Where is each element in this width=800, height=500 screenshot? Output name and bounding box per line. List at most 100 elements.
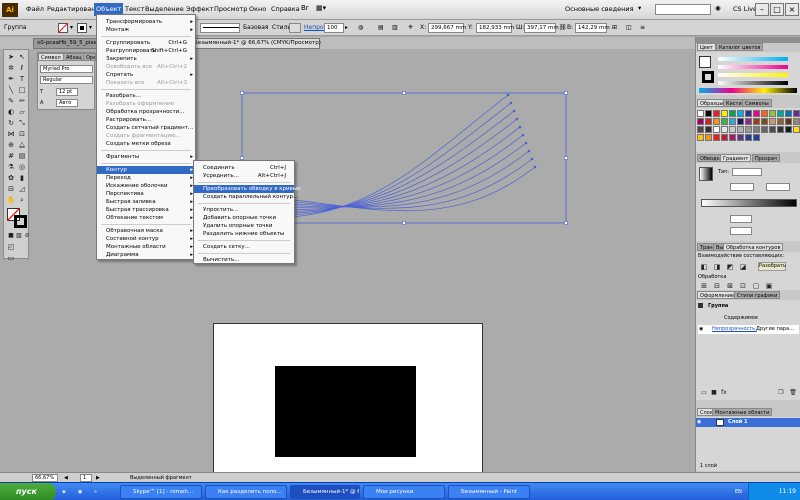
swatch[interactable] [713,126,720,133]
quick-launch-icon[interactable]: » [94,488,97,496]
next-artboard-icon[interactable]: ▶ [96,474,100,482]
w-field[interactable]: 397,17 mm [524,23,559,33]
font-size-field[interactable]: 12 pt [56,88,78,96]
swatch[interactable] [753,110,760,117]
object-menu-item[interactable]: Диаграмма ▸ [97,251,195,259]
swatch[interactable] [793,118,800,125]
chevron-down-icon[interactable]: ▾ [89,24,92,31]
reference-point-icon[interactable]: ⁜ [408,24,413,31]
opacity-field[interactable]: 100 [324,23,344,33]
align-icon[interactable]: ▤ [378,24,384,31]
tab-gradient[interactable]: Градиент [720,154,752,162]
swatch[interactable] [769,110,776,117]
rectangle-tool-icon[interactable]: □ [17,85,27,95]
isolate-icon[interactable]: ◫ [626,24,632,31]
appearance-opacity-label[interactable]: Непрозрачность: [712,325,757,333]
yellow-slider[interactable] [718,73,788,77]
swatch[interactable] [737,126,744,133]
workspace-switcher[interactable]: Основные сведения [565,5,633,13]
tab-character[interactable]: Символ [38,53,64,61]
tab-artboards[interactable]: Монтажные области [712,408,773,416]
zoom-field[interactable]: 66,67% [32,474,58,482]
swatch[interactable] [705,110,712,117]
object-menu-item[interactable]: Быстрая заливка ▸ [97,198,195,206]
layer-name[interactable]: Слой 1 [728,418,748,426]
crop-icon[interactable]: ⊡ [738,281,748,291]
swatch[interactable] [729,110,736,117]
recolor-icon[interactable]: ◍ [358,24,363,31]
swatch[interactable] [721,126,728,133]
eraser-tool-icon[interactable]: ▱ [17,107,27,117]
swatch[interactable] [745,126,752,133]
swatch[interactable] [729,134,736,141]
swatch[interactable] [761,118,768,125]
hand-tool-icon[interactable]: ✋ [6,195,16,205]
path-submenu-item[interactable]: Разделить нижние объекты [194,230,294,238]
paintbrush-tool-icon[interactable]: ✎ [6,96,16,106]
font-style-field[interactable]: Regular [40,76,93,84]
path-submenu-item[interactable]: Создать сетку... [194,243,294,251]
path-submenu-item[interactable]: Преобразовать обводку в кривые [194,185,301,193]
tab-paragraph[interactable]: Абзац [63,53,85,61]
gradient-angle-field[interactable] [730,183,754,191]
zoom-tool-icon[interactable]: ⌕ [17,195,27,205]
taskbar-item-illustrator[interactable]: Безымянный-1* @ 6... [290,485,360,499]
eyedropper-tool-icon[interactable]: ⚗ [6,162,16,172]
swatch[interactable] [705,134,712,141]
swatch[interactable] [753,134,760,141]
gradient-location-field[interactable] [730,227,752,235]
add-effect-icon[interactable]: fx [719,388,729,398]
column-graph-icon[interactable]: ▮ [17,173,27,183]
quick-launch-icon[interactable]: ◈ [62,488,66,496]
tab-pathfinder[interactable]: Обработка контуров [723,243,784,251]
chevron-right-icon[interactable]: ▸ [345,24,348,31]
swatch[interactable] [721,110,728,117]
aspect-ratio-field[interactable] [766,183,790,191]
swatch[interactable] [753,118,760,125]
tab-document-2[interactable]: Безымянный-1* @ 66,67% (CMYK/Просмотр) [190,38,321,49]
taskbar-item-browser[interactable]: Как разделить поло... [205,485,287,499]
trim-icon[interactable]: ⊟ [712,281,722,291]
transform-icon[interactable]: ⊞ [612,24,617,31]
divide-icon[interactable]: ⊞ [699,281,709,291]
swatch[interactable] [697,110,704,117]
swatch[interactable] [737,118,744,125]
gradient-type-select[interactable] [732,168,762,176]
magic-wand-icon[interactable]: ✲ [6,63,16,73]
path-submenu-item[interactable]: Соединить Ctrl+J [194,164,294,172]
gradient-tool-icon[interactable]: ▤ [17,151,27,161]
swatch[interactable] [713,118,720,125]
swatch[interactable] [785,110,792,117]
lasso-tool-icon[interactable]: ℓ [17,63,27,73]
draw-mode-icon[interactable]: ◰ [6,242,16,252]
cyan-slider[interactable] [718,57,788,61]
swatch[interactable] [777,126,784,133]
layer-row[interactable]: ◉ Слой 1 [696,418,800,427]
taskbar-item-my-pictures[interactable]: Мои рисунки [363,485,445,499]
appearance-contents-label[interactable]: Содержимое [724,314,758,322]
x-field[interactable]: 299,667 mm [428,23,466,33]
swatch[interactable] [753,126,760,133]
tab-color[interactable]: Цвет [697,43,716,51]
type-tool-icon[interactable]: T [17,74,27,84]
artboard-number-field[interactable]: 1 [80,474,92,482]
object-menu-item[interactable]: Обтекание текстом ▸ [97,214,195,222]
swatch[interactable] [705,118,712,125]
object-menu-item[interactable]: Спрятать ▸ [97,71,195,79]
swatch[interactable] [721,134,728,141]
object-menu-item[interactable]: Обтравочная маска ▸ [97,227,195,235]
tab-transparency[interactable]: Прозрач [752,154,780,162]
chevron-down-icon[interactable]: ▾ [70,24,73,31]
object-menu-item[interactable]: Перспектива ▸ [97,190,195,198]
eye-icon[interactable]: ◉ [699,325,703,333]
swatch[interactable] [729,126,736,133]
rotate-tool-icon[interactable]: ↻ [6,118,16,128]
minus-front-icon[interactable]: ◨ [712,262,722,272]
blob-brush-icon[interactable]: ◐ [6,107,16,117]
prev-artboard-icon[interactable]: ◀ [64,474,68,482]
cs-live-button[interactable]: CS Live [733,5,757,13]
expand-button[interactable]: Разобрать [758,262,786,271]
language-indicator[interactable]: EN [735,488,742,496]
object-menu-item[interactable]: Быстрая трассировка ▸ [97,206,195,214]
swatch[interactable] [697,118,704,125]
